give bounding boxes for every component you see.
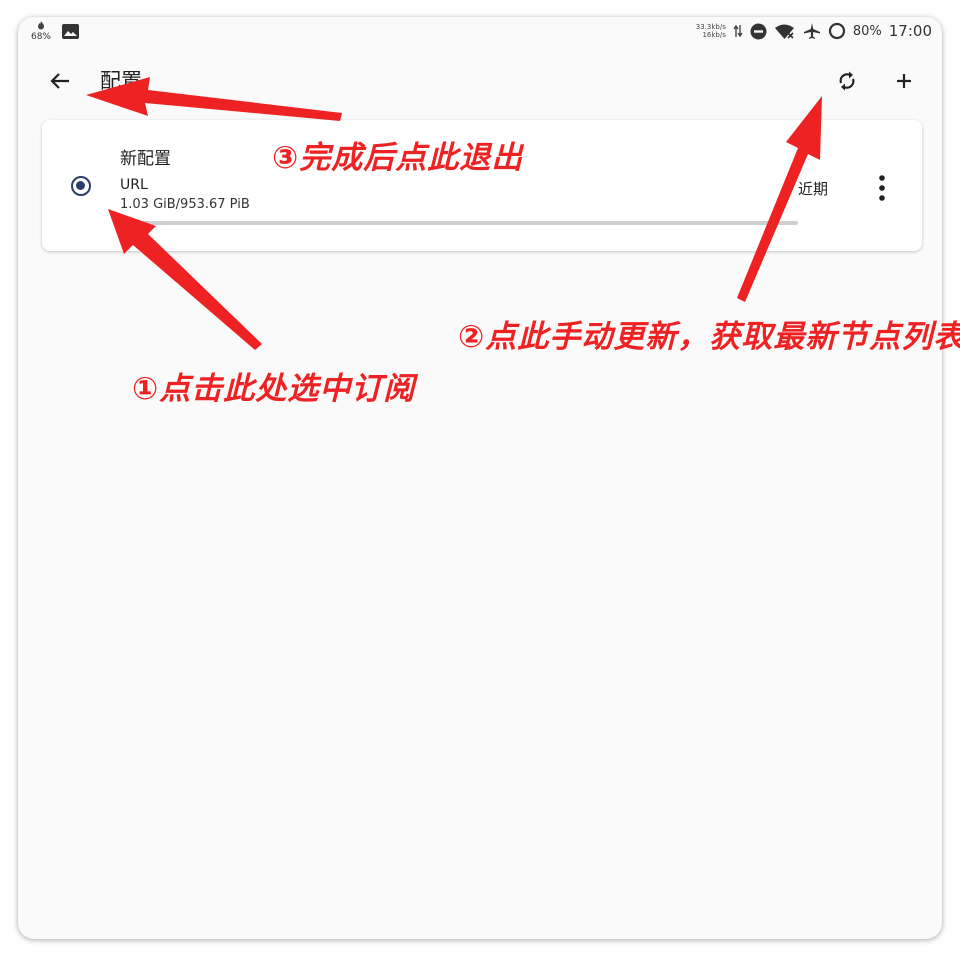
status-right: 33.3kb/s 16kb/s 80% 17:00 [696, 22, 932, 40]
profile-recent-label: 近期 [798, 180, 829, 198]
more-options-button[interactable] [872, 172, 892, 204]
dnd-icon [750, 23, 767, 40]
annotation-step3: ③完成后点此退出 [272, 140, 524, 176]
airplane-icon [803, 22, 821, 40]
add-button[interactable] [890, 67, 918, 95]
plus-icon [897, 74, 911, 88]
profile-select-radio[interactable] [71, 176, 91, 196]
profile-name: 新配置 [120, 149, 171, 169]
data-transfer-icon [733, 24, 743, 38]
sync-icon [828, 22, 846, 40]
annotation-step2: ②点此手动更新，获取最新节点列表 [458, 319, 960, 355]
net-up-speed: 33.3kb/s [695, 23, 726, 31]
usage-progress-bar [120, 221, 798, 225]
network-speed: 33.3kb/s 16kb/s [696, 23, 726, 39]
page-title: 配置 [100, 69, 142, 93]
app-bar: 配置 [18, 51, 942, 111]
arrow-left-icon [50, 73, 69, 89]
wifi-off-icon [774, 23, 796, 40]
profile-type: URL [120, 177, 148, 193]
refresh-button[interactable] [833, 67, 861, 95]
status-bar: 68% 33.3kb/s 16kb/s 80% 17:00 [18, 17, 942, 51]
status-left: 68% [30, 21, 79, 42]
profile-usage: 1.03 GiB/953.67 PiB [120, 197, 250, 212]
image-icon [62, 24, 79, 39]
battery-percent: 80% [852, 23, 882, 39]
battery-saver-indicator: 68% [30, 21, 52, 42]
refresh-icon [839, 71, 855, 91]
back-button[interactable] [46, 67, 74, 95]
annotation-step1: ①点击此处选中订阅 [132, 371, 416, 407]
battery-saver-label: 68% [30, 32, 51, 42]
more-vert-icon [879, 175, 885, 201]
net-down-speed: 16kb/s [702, 31, 726, 39]
status-time: 17:00 [888, 22, 932, 40]
